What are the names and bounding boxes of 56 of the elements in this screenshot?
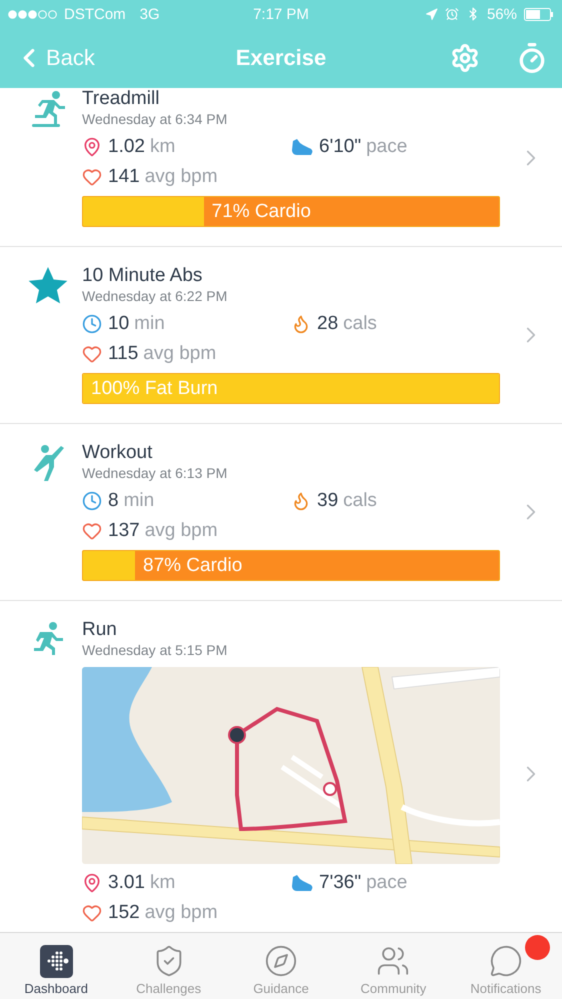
alarm-icon — [444, 7, 459, 21]
stat-value: 8 min — [108, 490, 154, 512]
exercise-name: Workout — [82, 442, 154, 464]
zone-label: 71% Cardio — [210, 200, 311, 224]
exercise-time: Wednesday at 6:34 PM — [82, 110, 228, 128]
exercise-time: Wednesday at 6:22 PM — [82, 287, 228, 305]
runner-icon — [31, 621, 65, 655]
stretching-figure-icon — [31, 444, 65, 482]
shoe-icon — [291, 874, 313, 892]
stat-value: 28 cals — [317, 313, 377, 335]
notification-badge — [525, 935, 550, 960]
exercise-time: Wednesday at 5:15 PM — [82, 641, 228, 659]
network-type: 3G — [140, 6, 160, 22]
heart-icon — [82, 167, 102, 187]
star-icon — [28, 267, 68, 305]
exercise-time: Wednesday at 6:13 PM — [82, 464, 228, 482]
shoe-icon — [291, 138, 313, 156]
stat-value: 115 avg bpm — [108, 343, 216, 365]
stat-value: 137 avg bpm — [108, 520, 218, 542]
heart-icon — [82, 903, 102, 923]
heart-icon — [82, 344, 102, 364]
exercise-card[interactable]: Run Wednesday at 5:15 PM 3.01 km 7'36" pace 152 avg bpm — [0, 601, 562, 932]
tab-bar-item[interactable]: Dashboard — [0, 933, 112, 999]
stat-value: 10 min — [108, 313, 165, 335]
exercise-name: Treadmill — [82, 88, 160, 110]
stat-value: 6'10" pace — [319, 136, 408, 158]
stat-value: 7'36" pace — [319, 872, 408, 894]
heart-icon — [82, 521, 102, 541]
zone-label: 100% Fat Burn — [90, 377, 218, 401]
stat-value: 39 cals — [317, 490, 377, 512]
zone-label: 87% Cardio — [142, 554, 242, 578]
location-pin-icon — [82, 873, 102, 893]
chat-bubble-icon — [488, 944, 523, 978]
signal-icon — [8, 10, 58, 18]
screen-title: Exercise — [234, 45, 328, 71]
clock-time: 7:17 PM — [253, 6, 309, 22]
battery-percent: 56% — [486, 6, 517, 22]
exercise-card[interactable]: Workout Wednesday at 6:13 PM 8 min 39 cals 137 avg bpm 87% Cardio — [0, 424, 562, 601]
dotted-logo-icon — [40, 945, 73, 978]
stat-value: 1.02 km — [108, 136, 176, 158]
location-pin-icon — [82, 137, 102, 157]
exercise-card[interactable]: 10 Minute Abs Wednesday at 6:22 PM 10 min 28 cals 115 avg bpm 100% Fat Burn — [0, 247, 562, 424]
compass-icon — [264, 944, 298, 978]
exercise-name: 10 Minute Abs — [82, 265, 204, 287]
location-arrow-icon — [424, 8, 438, 20]
clock-icon — [82, 491, 102, 511]
carrier-name: DSTCom — [64, 6, 126, 22]
battery-icon — [524, 8, 554, 20]
treadmill-runner-icon — [30, 90, 66, 128]
settings-icon[interactable] — [450, 43, 480, 73]
exercise-card[interactable]: Treadmill Wednesday at 6:34 PM 1.02 km 6'10" pace 141 avg bpm 71% Cardio — [0, 88, 562, 247]
exercise-name: Run — [82, 619, 118, 641]
stat-value: 152 avg bpm — [108, 902, 218, 924]
stat-value: 3.01 km — [108, 872, 176, 894]
clock-icon — [82, 314, 102, 334]
stat-value: 141 avg bpm — [108, 166, 218, 188]
